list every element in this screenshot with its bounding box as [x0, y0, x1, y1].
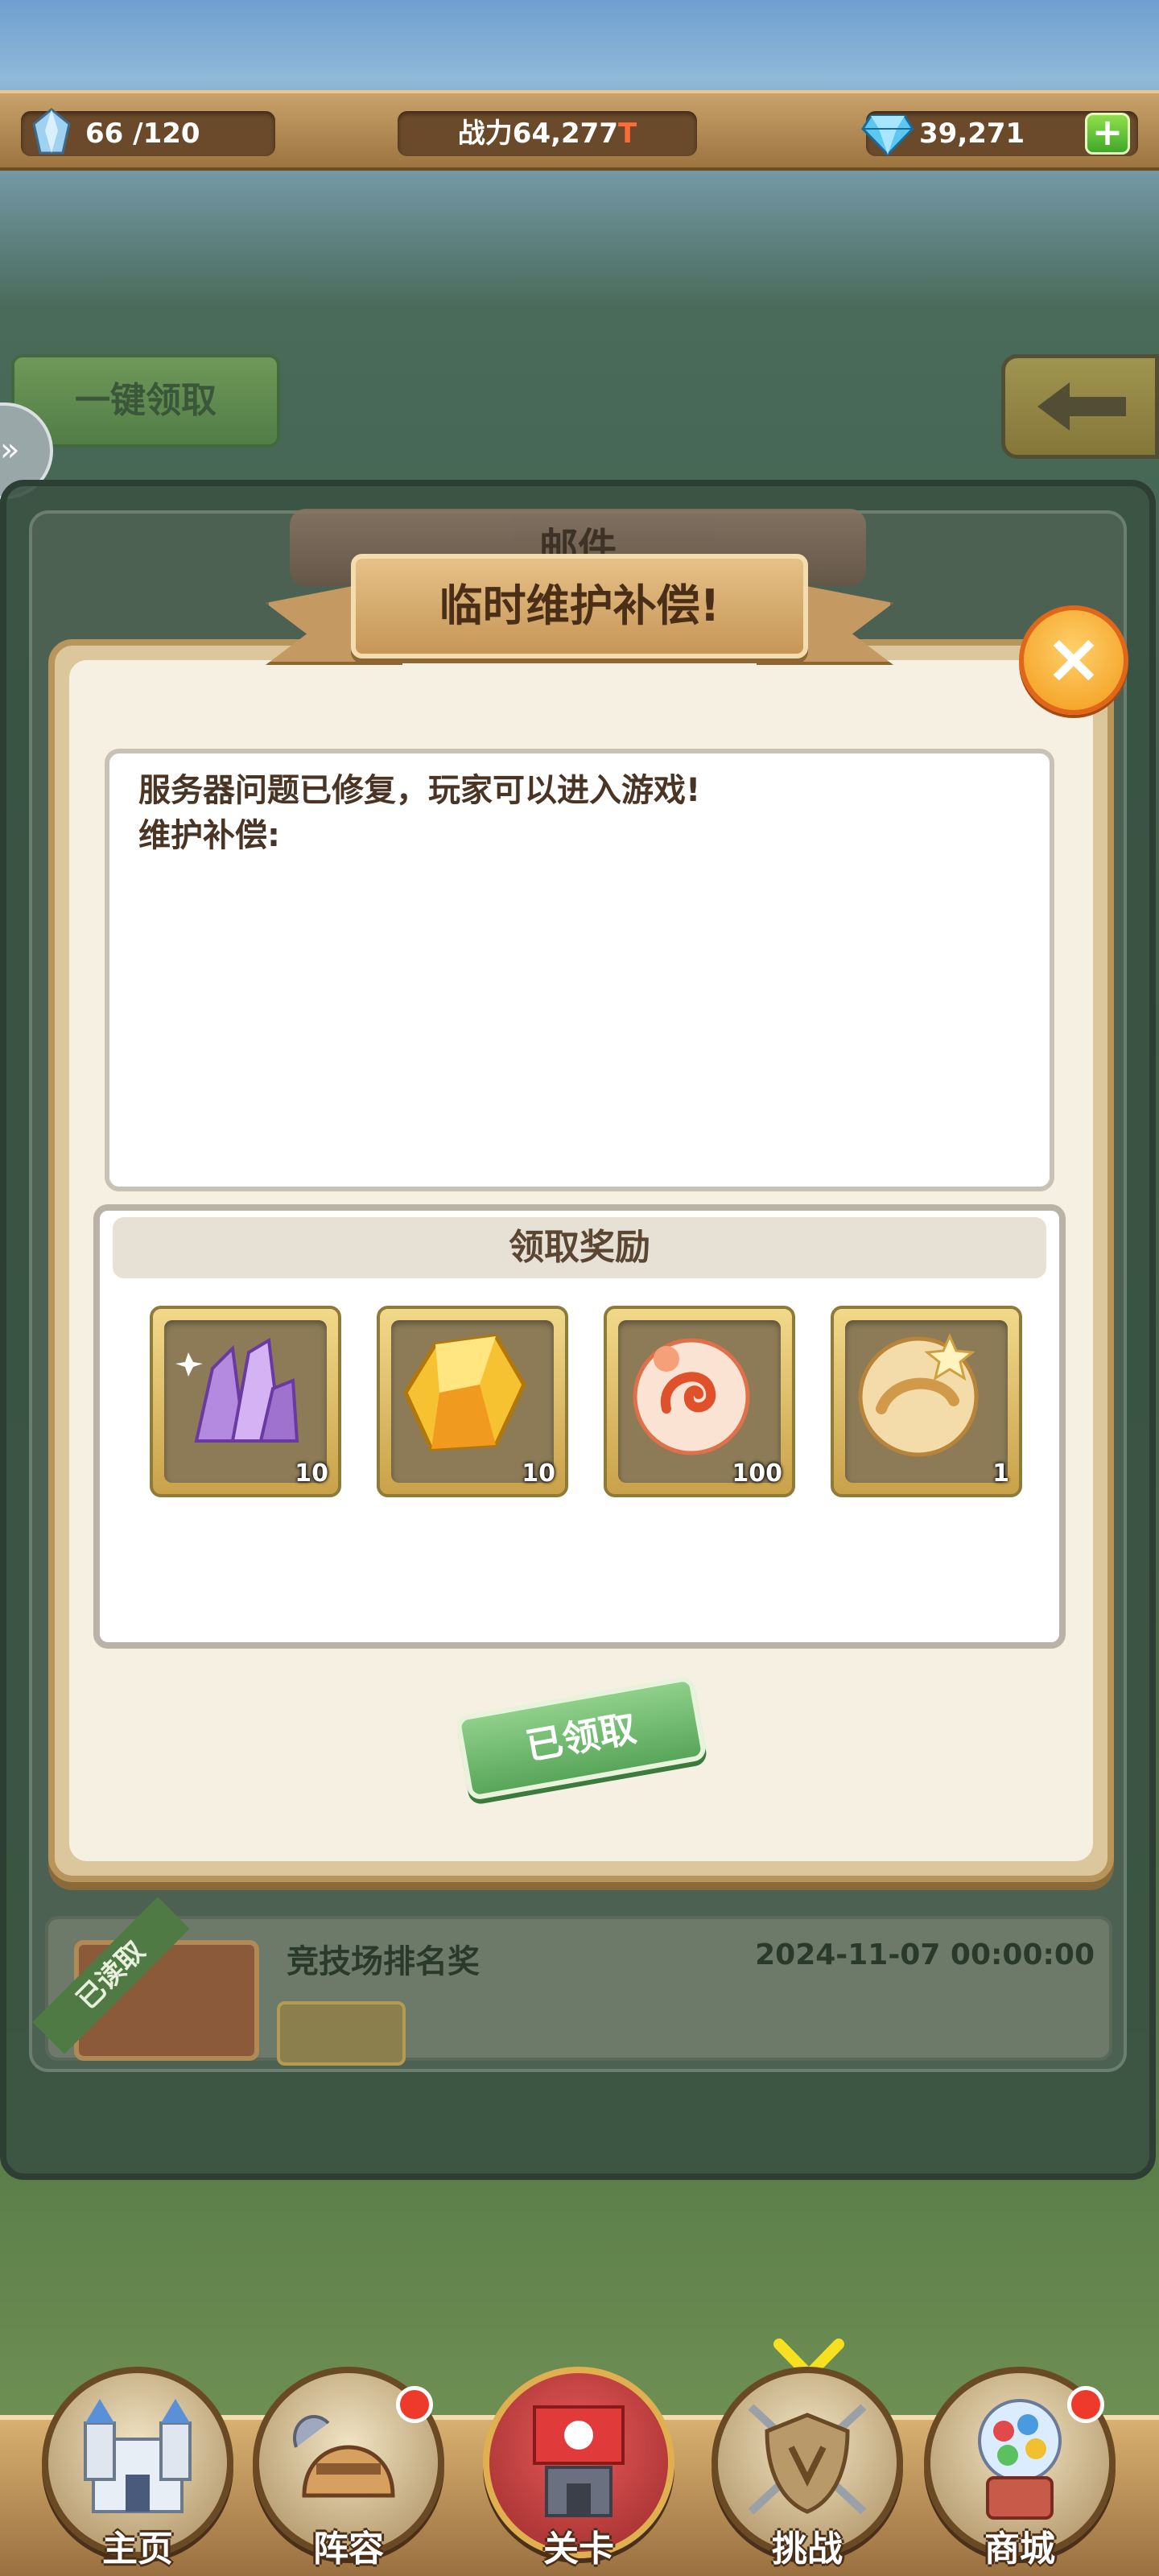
claim-all-button[interactable]: 一键领取 [11, 354, 280, 448]
battle-flag-icon [533, 2405, 625, 2517]
back-arrow-icon [1037, 382, 1126, 431]
shield-swords-icon [748, 2404, 867, 2515]
nav-home[interactable]: 主页 [37, 2367, 238, 2576]
energy-crystal-icon [32, 108, 71, 155]
add-gems-button[interactable]: + [1085, 113, 1130, 155]
nav-label: 阵容 [313, 2529, 384, 2570]
mail-item-reward-icon [277, 2001, 406, 2066]
double-chevron-right-icon: » [0, 431, 20, 469]
gold-crystal-icon [403, 1334, 526, 1451]
close-button[interactable]: × [1019, 605, 1128, 715]
power-suffix: T [618, 118, 637, 150]
purple-crystal-icon [175, 1337, 299, 1443]
nav-lineup[interactable]: 阵容 [248, 2367, 449, 2576]
nav-shop[interactable]: 商城 [919, 2367, 1120, 2576]
castle-icon [84, 2399, 192, 2513]
combat-power-display: 战力64,277T [398, 111, 697, 156]
reward-panel: 领取奖励 10 10 100 1 [93, 1204, 1066, 1649]
back-button[interactable] [1001, 354, 1159, 459]
notification-dot [396, 2386, 433, 2423]
read-ribbon: 已读取 [32, 1897, 190, 2054]
mail-item-title: 竞技场排名奖 [287, 1943, 480, 1980]
reward-item-star-orb[interactable]: 1 [831, 1306, 1022, 1497]
nav-stage[interactable]: 关卡 [478, 2367, 679, 2576]
nav-challenge[interactable]: 挑战 [707, 2367, 908, 2576]
message-line-1: 服务器问题已修复，玩家可以进入游戏! [138, 772, 701, 809]
reward-count: 1 [992, 1459, 1009, 1488]
reward-count: 10 [295, 1459, 328, 1488]
energy-display[interactable]: 66 /120 [21, 108, 275, 156]
nav-label: 商城 [984, 2529, 1055, 2570]
gem-value: 39,271 [919, 118, 1025, 150]
notification-dot [1067, 2386, 1104, 2423]
power-label: 战力 [457, 118, 513, 150]
nav-label: 挑战 [772, 2529, 843, 2570]
reward-item-gold-crystal[interactable]: 10 [377, 1306, 568, 1497]
gumball-machine-icon [978, 2399, 1062, 2520]
mail-item-date: 2024-11-07 00:00:00 [755, 1938, 1095, 1971]
message-line-2: 维护补偿: [138, 817, 280, 854]
top-status-bar: 66 /120 战力64,277T 39,271 + [0, 90, 1159, 171]
nav-label: 关卡 [543, 2529, 614, 2570]
reward-count: 100 [732, 1459, 782, 1488]
energy-value: 66 /120 [85, 118, 200, 150]
close-icon: × [1044, 618, 1103, 699]
reward-header: 领取奖励 [113, 1217, 1046, 1278]
dialog-title: 临时维护补偿! [351, 554, 808, 658]
gem-display[interactable]: 39,271 + [861, 111, 1138, 157]
diamond-icon [861, 114, 914, 157]
fire-orb-icon [633, 1338, 750, 1455]
message-box: 服务器问题已修复，玩家可以进入游戏! 维护补偿: [105, 749, 1054, 1191]
helmet-icon [293, 2414, 395, 2498]
star-orb-icon [858, 1333, 979, 1457]
reward-item-fire-orb[interactable]: 100 [604, 1306, 795, 1497]
reward-item-purple-crystal[interactable]: 10 [150, 1306, 341, 1497]
nav-label: 主页 [102, 2529, 173, 2570]
power-value: 64,277 [512, 118, 618, 150]
reward-count: 10 [522, 1459, 555, 1488]
